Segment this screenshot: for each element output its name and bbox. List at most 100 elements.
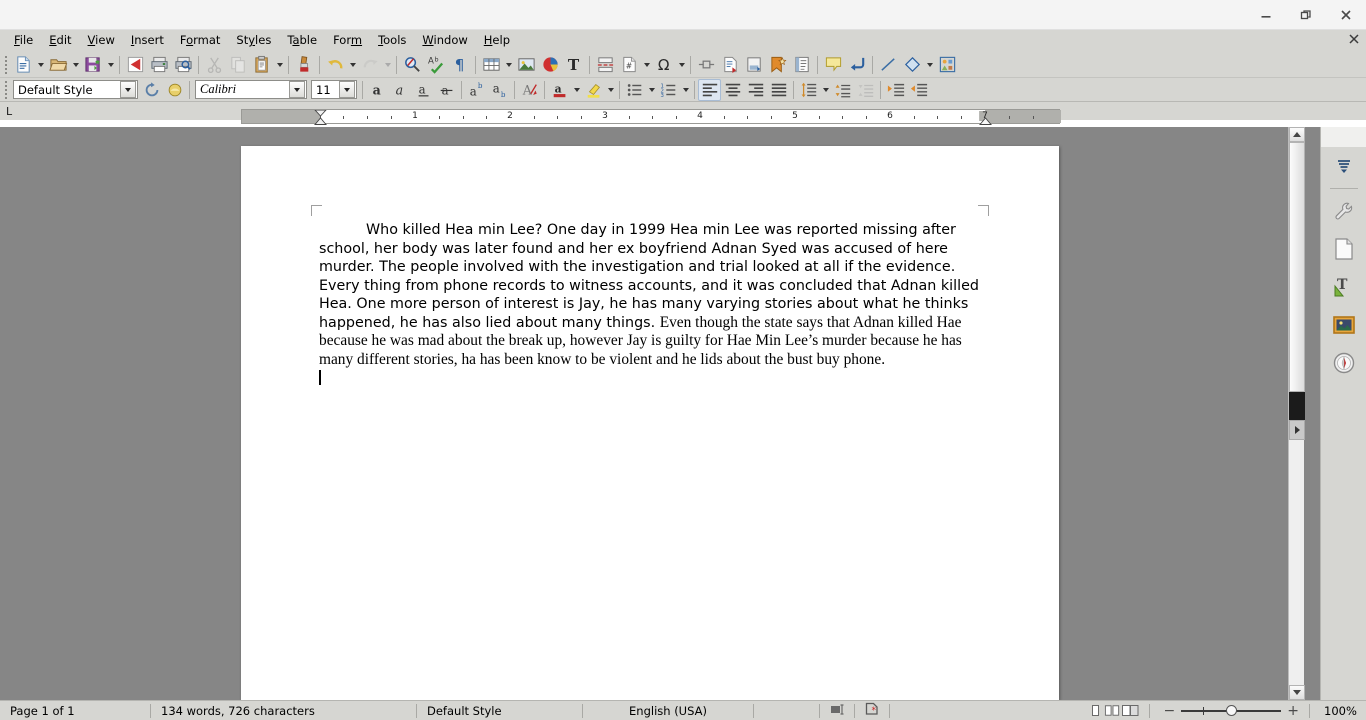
sidebar-item-navigator[interactable] — [1327, 348, 1361, 382]
font-size-dropdown-icon[interactable] — [339, 81, 355, 98]
scrollbar-thumb[interactable] — [1289, 142, 1305, 392]
status-page-info[interactable]: Page 1 of 1 — [0, 704, 150, 718]
insert-text-box-icon[interactable]: T — [562, 53, 586, 77]
status-save-indicator[interactable]: * — [855, 702, 889, 719]
superscript-icon[interactable]: ab — [465, 79, 488, 101]
open-document-dropdown-icon[interactable] — [70, 53, 81, 77]
menu-edit[interactable]: Edit — [41, 32, 79, 50]
redo-icon[interactable] — [358, 53, 382, 77]
unordered-list-dropdown-icon[interactable] — [646, 78, 657, 102]
window-close-button[interactable] — [1326, 0, 1366, 30]
decrease-paragraph-spacing-icon[interactable] — [854, 79, 877, 101]
window-maximize-button[interactable] — [1286, 0, 1326, 30]
decrease-indent-icon[interactable] — [907, 79, 930, 101]
clone-formatting-icon[interactable] — [292, 53, 316, 77]
zoom-slider-group[interactable]: − + — [1158, 703, 1305, 719]
undo-icon[interactable] — [323, 53, 347, 77]
insert-field-dropdown-icon[interactable] — [641, 53, 652, 77]
multi-page-view-button[interactable] — [1104, 703, 1121, 719]
paragraph-style-dropdown-icon[interactable] — [120, 81, 136, 98]
insert-comment-icon[interactable] — [821, 53, 845, 77]
document-canvas[interactable]: Who killed Hea min Lee? One day in 1999 … — [0, 127, 1304, 700]
status-language[interactable]: English (USA) — [583, 704, 753, 718]
status-word-count[interactable]: 134 words, 726 characters — [151, 704, 416, 718]
find-replace-icon[interactable] — [400, 53, 424, 77]
font-name-combo[interactable]: Calibri — [195, 80, 307, 99]
ordered-list-dropdown-icon[interactable] — [680, 78, 691, 102]
document-close-button[interactable] — [1348, 33, 1360, 49]
formatting-marks-icon[interactable]: ¶ — [448, 53, 472, 77]
insert-line-icon[interactable] — [876, 53, 900, 77]
book-view-button[interactable] — [1121, 703, 1141, 719]
increase-paragraph-spacing-icon[interactable] — [831, 79, 854, 101]
sidebar-item-properties[interactable] — [1327, 196, 1361, 230]
unordered-list-icon[interactable] — [623, 79, 646, 101]
zoom-out-button[interactable]: − — [1158, 703, 1182, 719]
align-left-icon[interactable] — [698, 78, 721, 101]
status-zoom-level[interactable]: 100% — [1314, 704, 1366, 718]
insert-section-icon[interactable] — [694, 53, 718, 77]
new-style-icon[interactable] — [163, 79, 186, 101]
zoom-in-button[interactable]: + — [1281, 703, 1305, 719]
menu-table[interactable]: Table — [279, 32, 325, 50]
insert-chart-icon[interactable] — [538, 53, 562, 77]
sidebar-item-page[interactable] — [1327, 234, 1361, 268]
open-document-icon[interactable] — [46, 53, 70, 77]
special-character-icon[interactable]: Ω — [652, 53, 676, 77]
insert-field-icon[interactable]: # — [617, 53, 641, 77]
zoom-slider-knob[interactable] — [1226, 704, 1238, 716]
spelling-icon[interactable]: A b — [424, 53, 448, 77]
special-character-dropdown-icon[interactable] — [676, 53, 687, 77]
update-style-icon[interactable] — [140, 79, 163, 101]
horizontal-ruler[interactable]: 1 2 3 4 5 6 7 — [241, 109, 1061, 125]
insert-cross-reference-icon[interactable] — [790, 53, 814, 77]
insert-page-break-icon[interactable] — [593, 53, 617, 77]
menu-view[interactable]: View — [80, 32, 123, 50]
insert-bookmark-icon[interactable] — [766, 53, 790, 77]
justified-icon[interactable] — [767, 79, 790, 101]
sidebar-item-gallery[interactable] — [1327, 310, 1361, 344]
show-draw-functions-icon[interactable] — [935, 53, 959, 77]
insert-table-dropdown-icon[interactable] — [503, 53, 514, 77]
copy-icon[interactable] — [226, 53, 250, 77]
menu-window[interactable]: Window — [414, 32, 475, 50]
new-document-icon[interactable] — [11, 53, 35, 77]
basic-shapes-dropdown-icon[interactable] — [924, 53, 935, 77]
menu-tools[interactable]: Tools — [370, 32, 414, 50]
sidebar-item-styles[interactable]: T — [1327, 272, 1361, 306]
basic-shapes-icon[interactable] — [900, 53, 924, 77]
paragraph-style-combo[interactable]: Default Style — [13, 80, 138, 99]
document-text-body[interactable]: Who killed Hea min Lee? One day in 1999 … — [319, 221, 982, 387]
insert-image-icon[interactable] — [514, 53, 538, 77]
insert-hyperlink-icon[interactable] — [718, 53, 742, 77]
italic-icon[interactable]: a — [389, 79, 412, 101]
print-icon[interactable] — [147, 53, 171, 77]
empty-paragraph-line[interactable] — [319, 369, 982, 387]
undo-dropdown-icon[interactable] — [347, 53, 358, 77]
track-changes-icon[interactable] — [845, 53, 869, 77]
cut-icon[interactable] — [202, 53, 226, 77]
menu-file[interactable]: File — [6, 32, 41, 50]
scroll-up-button[interactable] — [1289, 127, 1305, 142]
underline-icon[interactable]: a — [412, 79, 435, 101]
zoom-slider-track[interactable] — [1181, 704, 1282, 716]
print-preview-icon[interactable] — [171, 53, 195, 77]
new-document-dropdown-icon[interactable] — [35, 53, 46, 77]
sidebar-item-settings[interactable] — [1327, 151, 1361, 185]
line-spacing-icon[interactable] — [797, 79, 820, 101]
font-size-combo[interactable]: 11 — [311, 80, 357, 99]
font-name-dropdown-icon[interactable] — [289, 81, 305, 98]
save-document-dropdown-icon[interactable] — [105, 53, 116, 77]
highlighting-color-icon[interactable] — [582, 79, 605, 101]
menu-format[interactable]: Format — [172, 32, 229, 50]
export-pdf-icon[interactable] — [123, 53, 147, 77]
vertical-scrollbar[interactable] — [1288, 127, 1305, 700]
clear-formatting-icon[interactable]: A — [518, 79, 541, 101]
insert-footnote-icon[interactable] — [742, 53, 766, 77]
document-page[interactable]: Who killed Hea min Lee? One day in 1999 … — [241, 146, 1059, 700]
window-minimize-button[interactable] — [1246, 0, 1286, 30]
highlighting-color-dropdown-icon[interactable] — [605, 78, 616, 102]
scroll-down-button[interactable] — [1289, 685, 1305, 700]
menu-insert[interactable]: Insert — [123, 32, 172, 50]
align-right-icon[interactable] — [744, 79, 767, 101]
